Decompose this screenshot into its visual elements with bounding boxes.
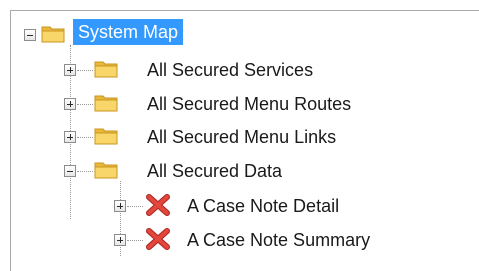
folder-icon (94, 61, 118, 78)
expand-toggle[interactable] (114, 234, 126, 246)
tree-node-all-secured-menu-routes[interactable]: All Secured Menu Routes (11, 92, 431, 116)
tree-node-label[interactable]: A Case Note Summary (187, 228, 370, 252)
collapse-toggle[interactable] (64, 165, 76, 177)
expand-toggle[interactable] (64, 98, 76, 110)
tree-node-a-case-note-summary[interactable]: A Case Note Summary (11, 228, 451, 252)
tree-node-label[interactable]: All Secured Services (147, 58, 313, 82)
tree-node-label[interactable]: System Map (73, 19, 184, 45)
tree-node-label[interactable]: A Case Note Detail (187, 194, 339, 218)
folder-icon (94, 162, 118, 179)
folder-icon (94, 95, 118, 112)
expand-toggle[interactable] (64, 64, 76, 76)
expand-toggle[interactable] (114, 200, 126, 212)
tree-node-label[interactable]: All Secured Menu Routes (147, 92, 351, 116)
collapse-toggle[interactable] (24, 29, 36, 41)
expand-toggle[interactable] (64, 131, 76, 143)
system-map-tree: System Map All Secured Services All Secu… (10, 10, 479, 271)
tree-node-all-secured-services[interactable]: All Secured Services (11, 58, 371, 82)
tree-node-all-secured-menu-links[interactable]: All Secured Menu Links (11, 125, 411, 149)
red-x-icon (146, 194, 170, 216)
tree-node-label[interactable]: All Secured Menu Links (147, 125, 336, 149)
tree-node-all-secured-data[interactable]: All Secured Data (11, 159, 351, 183)
folder-icon (41, 26, 65, 43)
red-x-icon (146, 228, 170, 250)
tree-node-label[interactable]: All Secured Data (147, 159, 282, 183)
folder-icon (94, 128, 118, 145)
tree-node-a-case-note-detail[interactable]: A Case Note Detail (11, 194, 431, 218)
tree-node-system-map[interactable]: System Map (11, 19, 271, 45)
